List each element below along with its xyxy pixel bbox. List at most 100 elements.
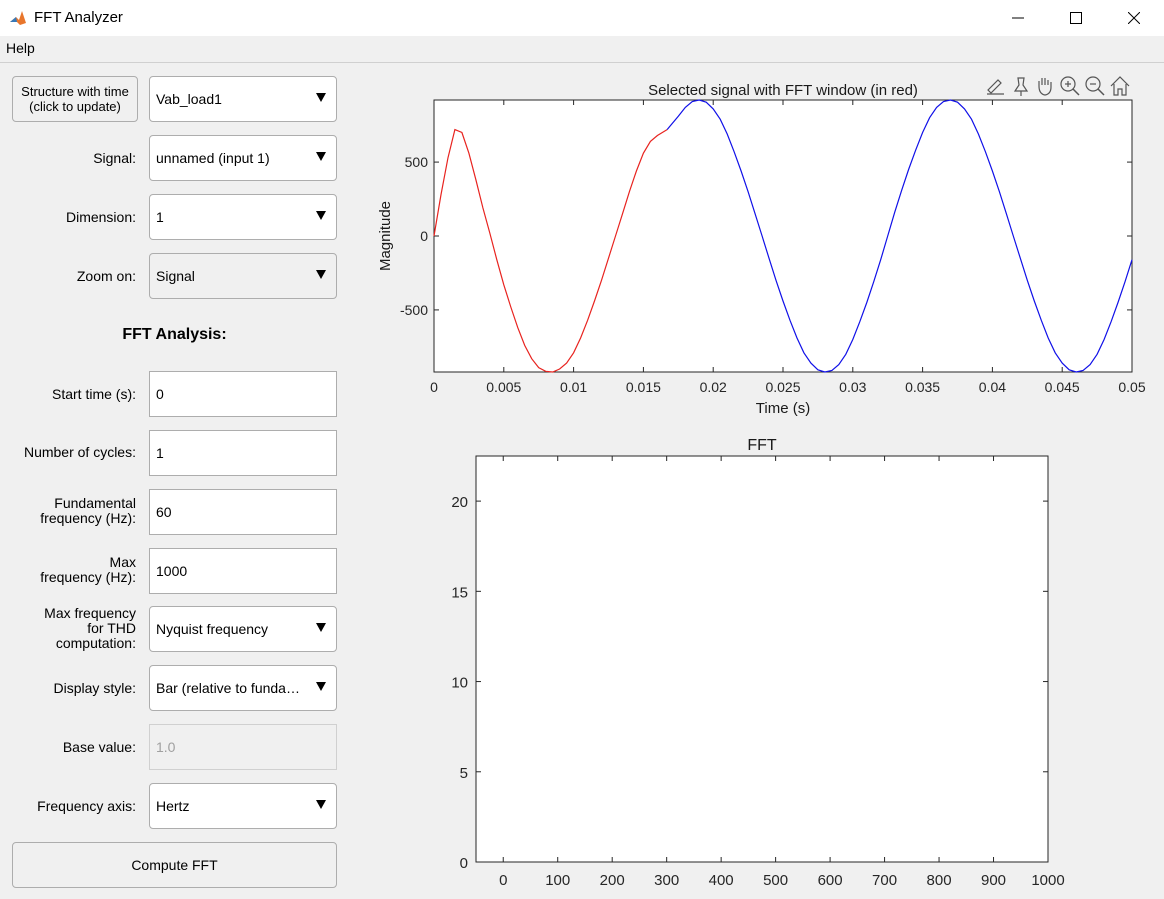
max-frequency-value: 1000 (156, 563, 188, 579)
thd-value: Nyquist frequency (156, 621, 269, 637)
x-tick-label: 0.045 (1045, 379, 1080, 395)
signal-plot-ylabel: Magnitude (377, 201, 394, 271)
start-time-value: 0 (156, 386, 164, 402)
minimize-button[interactable] (989, 0, 1047, 36)
base-value-label: Base value: (62, 739, 136, 755)
fundamental-field[interactable]: 60 (149, 489, 337, 535)
minimize-icon (1012, 17, 1024, 19)
base-value: 1.0 (156, 739, 176, 755)
cycles-value: 1 (156, 445, 164, 461)
y-tick-label: 20 (451, 494, 468, 511)
maximize-button[interactable] (1047, 0, 1105, 36)
zoom-in-icon[interactable] (1060, 76, 1080, 96)
signal-plot: Selected signal with FFT window (in red)… (377, 82, 1146, 417)
fundamental-label-line1: Fundamental (54, 495, 136, 511)
display-style-value: Bar (relative to funda… (156, 680, 300, 696)
zoom-label: Zoom on: (76, 268, 136, 284)
maximize-icon (1070, 12, 1082, 24)
x-tick-label: 500 (763, 872, 788, 889)
display-style-label: Display style: (53, 680, 136, 696)
fft-plot-title: FFT (747, 437, 777, 454)
x-tick-label: 300 (654, 872, 679, 889)
y-tick-label: 0 (420, 228, 428, 244)
x-tick-label: 0.035 (905, 379, 940, 395)
chevron-down-icon (316, 623, 326, 632)
signal-plot-title: Selected signal with FFT window (in red) (648, 82, 918, 99)
chevron-down-icon (316, 93, 326, 102)
menu-bar: Help (0, 36, 1164, 63)
frequency-axis-dropdown[interactable]: Hertz (149, 783, 337, 829)
y-tick-label: 500 (405, 154, 429, 170)
thd-label-line2: for THD (87, 620, 136, 636)
y-tick-label: -500 (400, 302, 428, 318)
x-tick-label: 0.025 (765, 379, 800, 395)
max-frequency-label: Max frequency (Hz): (40, 555, 136, 585)
x-tick-label: 0.03 (839, 379, 866, 395)
frequency-axis-value: Hertz (156, 798, 190, 814)
thd-label: Max frequency for THD computation: (44, 606, 136, 651)
x-tick-label: 0.01 (560, 379, 587, 395)
zoom-out-icon[interactable] (1085, 76, 1105, 96)
close-button[interactable] (1105, 0, 1163, 36)
pan-icon[interactable] (1038, 78, 1052, 96)
fft-analysis-heading: FFT Analysis: (122, 326, 227, 343)
signal-dropdown[interactable]: unnamed (input 1) (149, 135, 337, 181)
x-tick-label: 1000 (1031, 872, 1064, 889)
axes-toolbar[interactable] (987, 76, 1130, 96)
signal-value: unnamed (input 1) (156, 150, 270, 166)
title-bar: FFT Analyzer (0, 0, 1164, 36)
signal-plot-xlabel: Time (s) (756, 400, 810, 417)
cycles-label: Number of cycles: (23, 444, 136, 460)
chevron-down-icon (316, 270, 326, 279)
window-title: FFT Analyzer (34, 9, 123, 26)
zoom-dropdown[interactable]: Signal (149, 253, 337, 299)
dimension-label: Dimension: (65, 209, 136, 225)
x-tick-label: 0.05 (1118, 379, 1145, 395)
x-tick-label: 0 (430, 379, 438, 395)
x-tick-label: 400 (709, 872, 734, 889)
y-tick-label: 5 (460, 765, 468, 782)
thd-label-line3: computation: (55, 635, 136, 651)
start-time-label: Start time (s): (51, 386, 136, 402)
close-icon (1128, 12, 1140, 24)
max-frequency-field[interactable]: 1000 (149, 548, 337, 594)
brush-icon[interactable] (987, 79, 1004, 95)
compute-fft-button[interactable]: Compute FFT (12, 842, 337, 888)
max-frequency-label-line1: Max (109, 554, 136, 570)
matlab-icon (8, 8, 28, 28)
x-tick-label: 900 (981, 872, 1006, 889)
x-tick-label: 0.02 (700, 379, 727, 395)
max-frequency-label-line2: frequency (Hz): (40, 569, 136, 585)
x-tick-label: 800 (927, 872, 952, 889)
chevron-down-icon (316, 152, 326, 161)
fft-plot-area (475, 455, 1049, 863)
zoom-value: Signal (156, 268, 195, 284)
signal-plot-area (433, 99, 1133, 373)
structure-dropdown[interactable]: Vab_load1 (149, 76, 337, 122)
frequency-axis-label: Frequency axis: (37, 798, 136, 814)
chevron-down-icon (316, 682, 326, 691)
dimension-dropdown[interactable]: 1 (149, 194, 337, 240)
y-tick-label: 10 (451, 675, 468, 692)
fft-window-series-line (433, 128, 668, 373)
structure-button-line1: Structure with time (21, 84, 129, 99)
thd-label-line1: Max frequency (44, 605, 136, 621)
x-tick-label: 700 (872, 872, 897, 889)
menu-help[interactable]: Help (6, 40, 35, 56)
structure-button-line2: (click to update) (29, 99, 121, 114)
start-time-field[interactable]: 0 (149, 371, 337, 417)
x-tick-label: 0.04 (979, 379, 1006, 395)
display-style-dropdown[interactable]: Bar (relative to funda… (149, 665, 337, 711)
home-icon[interactable] (1110, 76, 1130, 96)
chevron-down-icon (316, 800, 326, 809)
x-tick-label: 0.015 (626, 379, 661, 395)
structure-update-button[interactable]: Structure with time (click to update) (12, 76, 138, 122)
signal-series-line (666, 99, 1133, 373)
thd-dropdown[interactable]: Nyquist frequency (149, 606, 337, 652)
x-tick-label: 100 (545, 872, 570, 889)
fundamental-value: 60 (156, 504, 172, 520)
cycles-field[interactable]: 1 (149, 430, 337, 476)
fundamental-label-line2: frequency (Hz): (40, 510, 136, 526)
y-tick-label: 0 (460, 855, 468, 872)
pin-icon[interactable] (1013, 77, 1029, 96)
